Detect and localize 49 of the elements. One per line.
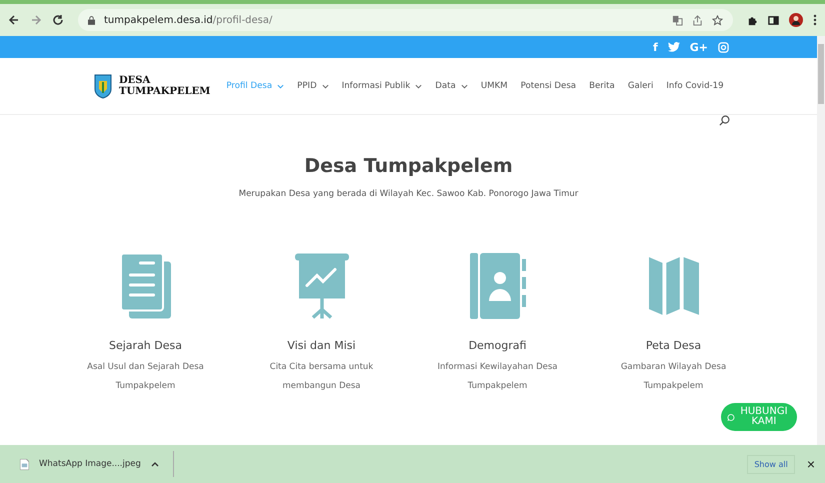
puzzle-icon[interactable] (747, 14, 758, 26)
close-button[interactable]: × (804, 456, 817, 472)
feature-description: Asal Usul dan Sejarah Desa Tumpakpelem (86, 361, 205, 393)
page-subtitle: Merupakan Desa yang berada di Wilayah Kec. Sawoo Kab. Ponorogo Jawa Timur (238, 189, 580, 199)
reload-icon[interactable] (52, 14, 64, 26)
back-icon[interactable] (8, 14, 20, 26)
nav-link[interactable]: Potensi Desa (520, 81, 576, 91)
lock-icon (88, 16, 95, 24)
scrollbar[interactable] (817, 36, 825, 445)
file-icon (20, 458, 29, 470)
caret-icon[interactable] (415, 84, 422, 88)
share-icon[interactable] (692, 14, 703, 26)
feature-description: Gambaran Wilayah Desa Tumpakpelem (620, 361, 728, 393)
feature-title[interactable]: Peta Desa (646, 339, 702, 352)
nav-link[interactable]: PPID (297, 81, 329, 91)
nav-link[interactable]: Berita (589, 81, 615, 91)
feature-description: Cita Cita bersama untuk membangun Desa (268, 361, 374, 393)
feature-description: Informasi Kewilayahan Desa Tumpakpelem (436, 361, 558, 393)
feature-title[interactable]: Sejarah Desa (109, 339, 182, 352)
logo-text[interactable]: TUMPAKPELEM (119, 86, 210, 97)
feature-title[interactable]: Visi dan Misi (287, 339, 356, 352)
whatsapp-icon (727, 412, 735, 422)
nav-link[interactable]: UMKM (480, 81, 508, 91)
page-title: Desa Tumpakpelem (303, 155, 514, 177)
star-icon[interactable] (712, 14, 723, 26)
nav-link[interactable]: Galeri (628, 81, 654, 91)
emblem-icon[interactable] (93, 73, 113, 99)
url-text: tumpakpelem.desa.id/profil-desa/ (104, 14, 272, 26)
address-bar[interactable]: tumpakpelem.desa.id/profil-desa/ (78, 9, 733, 31)
presentation-icon (294, 253, 348, 319)
twitter-icon[interactable] (668, 42, 680, 52)
caret-icon[interactable] (460, 84, 468, 88)
search-icon[interactable] (719, 115, 730, 126)
contact-book-icon (470, 253, 526, 319)
document-icon (120, 253, 170, 319)
nav-link[interactable]: Informasi Publik (342, 81, 422, 91)
caret-icon[interactable] (322, 84, 329, 88)
translate-icon[interactable] (672, 14, 683, 26)
nav-link[interactable]: Data (435, 81, 468, 91)
download-filename[interactable]: WhatsApp Image....jpeg (39, 459, 141, 469)
menu-icon[interactable] (813, 14, 817, 26)
avatar-icon[interactable] (789, 13, 803, 27)
logo-text[interactable]: DESA (119, 75, 210, 86)
caret-icon[interactable] (150, 462, 159, 466)
show-all-button[interactable]: Show all (747, 454, 795, 474)
nav-link[interactable]: Info Covid-19 (666, 81, 724, 91)
instagram-icon[interactable] (718, 42, 729, 52)
sidebar-icon[interactable] (768, 14, 779, 26)
feature-title[interactable]: Demografi (468, 339, 526, 352)
